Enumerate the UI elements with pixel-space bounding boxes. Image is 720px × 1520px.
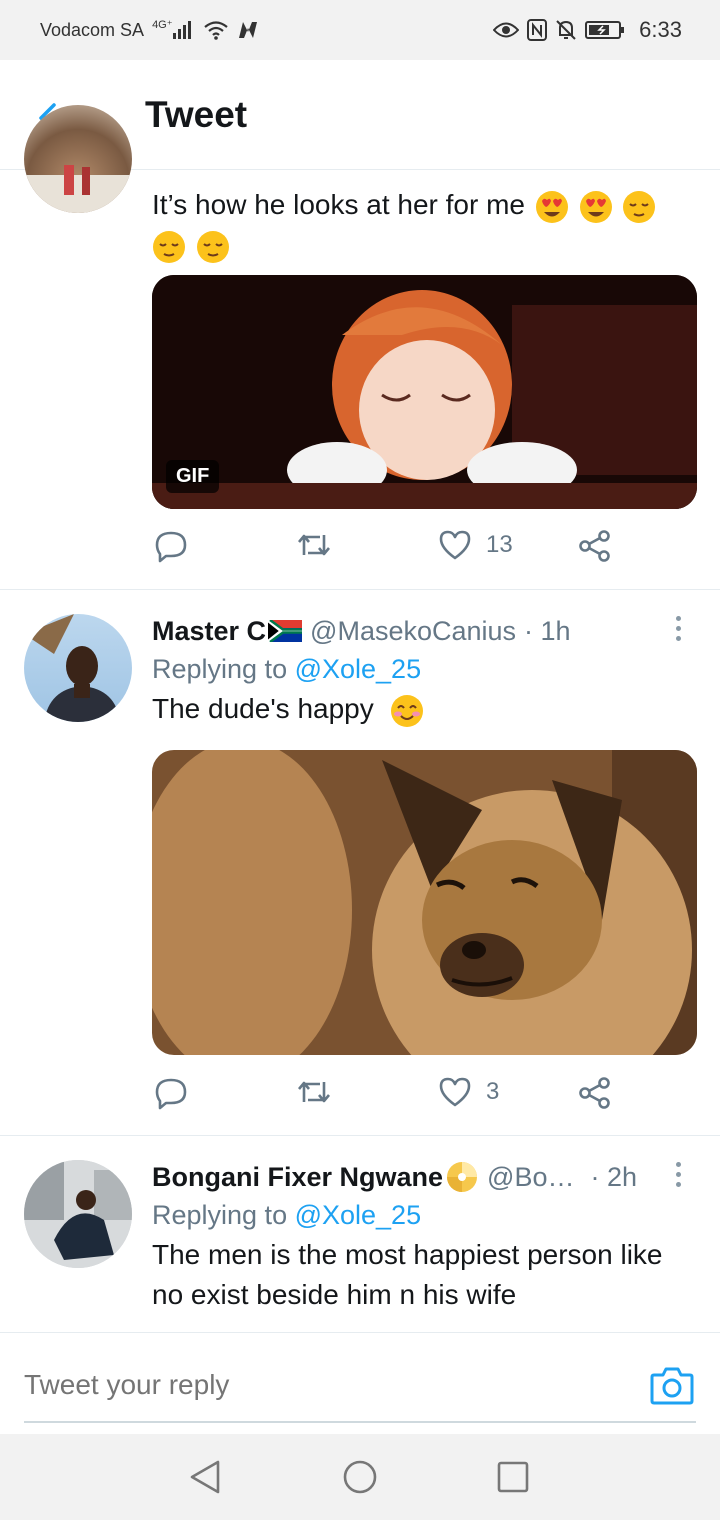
square-recents-icon <box>497 1461 529 1493</box>
eye-icon <box>493 21 520 39</box>
reply-button[interactable] <box>154 529 188 563</box>
author-name[interactable]: Master C <box>152 616 266 647</box>
heart-icon <box>439 1077 471 1107</box>
like-button[interactable]: 13 <box>438 529 513 561</box>
nav-home-button[interactable] <box>342 1459 378 1495</box>
tweet-text: The men is the most happiest person like… <box>152 1239 663 1310</box>
share-button[interactable] <box>578 1076 612 1110</box>
triangle-back-icon <box>190 1460 220 1494</box>
relieved-face-emoji-icon <box>153 230 185 263</box>
share-icon <box>579 1077 610 1109</box>
signal-icon <box>172 21 195 39</box>
retweet-icon <box>298 534 330 556</box>
tweet-actions: 13 <box>152 529 697 569</box>
carrier-label: Vodacom SA <box>40 19 145 40</box>
heart-icon <box>439 530 471 560</box>
gif-image <box>152 275 697 509</box>
clock-label: 6:33 <box>639 17 682 42</box>
nfc-icon <box>527 19 548 41</box>
mention-link[interactable]: @Xole_25 <box>295 654 422 684</box>
relieved-face-emoji-icon <box>196 230 229 263</box>
avatar[interactable] <box>24 105 132 213</box>
nav-recents-button[interactable] <box>495 1459 531 1495</box>
camera-icon <box>650 1367 694 1405</box>
smiling-blush-emoji-icon <box>390 694 423 727</box>
photo-media[interactable] <box>152 750 697 1055</box>
status-bar: Vodacom SA 4G⁺ 6:33 <box>0 0 720 60</box>
nav-back-button[interactable] <box>188 1459 224 1495</box>
reply-icon <box>155 531 187 563</box>
south-africa-flag-icon <box>268 620 303 642</box>
heart-eyes-emoji-icon <box>535 190 568 223</box>
like-count: 13 <box>486 531 513 558</box>
like-count: 3 <box>486 1078 500 1105</box>
camera-button[interactable] <box>650 1363 694 1407</box>
avatar[interactable] <box>24 1160 132 1268</box>
reply-input[interactable] <box>24 1363 584 1407</box>
tweet-item[interactable]: It’s how he looks at her for me GIF 13 <box>0 105 720 589</box>
share-button[interactable] <box>578 529 612 563</box>
author-handle[interactable]: @Bo… <box>487 1162 574 1193</box>
reply-composer <box>0 1332 720 1434</box>
tweet-header: Master C @MasekoCanius · 1h <box>152 612 697 650</box>
relieved-face-emoji-icon <box>623 190 656 223</box>
tweet-header: Bongani Fixer Ngwane @Bo… · 2h <box>152 1158 697 1196</box>
gif-media[interactable]: GIF <box>152 275 697 509</box>
retweet-button[interactable] <box>296 1076 332 1108</box>
replying-to: Replying to @Xole_25 <box>152 1200 422 1230</box>
author-handle[interactable]: @MasekoCanius <box>310 616 516 647</box>
tweet-item[interactable]: Master C @MasekoCanius · 1h Replying to … <box>0 590 720 1135</box>
tweet-time: · 2h <box>590 1161 638 1192</box>
reply-icon <box>155 1078 187 1110</box>
circle-home-icon <box>343 1460 377 1494</box>
gif-badge: GIF <box>166 460 220 493</box>
network-type-label: 4G⁺ <box>152 18 173 31</box>
page-title: Tweet <box>145 94 248 135</box>
reply-button[interactable] <box>154 1076 188 1110</box>
dog-photo <box>152 750 697 1055</box>
tweet-text: It’s how he looks at her for me <box>152 185 697 265</box>
author-name[interactable]: Bongani Fixer Ngwane <box>152 1162 443 1193</box>
mention-link[interactable]: @Xole_25 <box>295 1200 422 1230</box>
mute-bell-icon <box>555 19 577 41</box>
input-underline <box>24 1421 696 1423</box>
replying-to: Replying to @Xole_25 <box>152 654 422 684</box>
n-app-icon <box>237 20 259 40</box>
heart-eyes-emoji-icon <box>579 190 612 223</box>
system-nav-bar <box>0 1434 720 1520</box>
tweet-item[interactable]: Bongani Fixer Ngwane @Bo… · 2h Replying … <box>0 1136 720 1332</box>
retweet-icon <box>298 1081 330 1103</box>
share-icon <box>579 530 610 562</box>
battery-icon <box>585 20 625 40</box>
tweet-text: The dude's happy <box>152 689 697 729</box>
avatar[interactable] <box>24 614 132 722</box>
retweet-button[interactable] <box>296 529 332 561</box>
tweet-time: · 1h <box>524 615 571 646</box>
like-button[interactable]: 3 <box>438 1076 499 1108</box>
tweet-actions: 3 <box>152 1076 697 1116</box>
dvd-disc-icon <box>447 1162 478 1192</box>
wifi-icon <box>203 20 229 40</box>
